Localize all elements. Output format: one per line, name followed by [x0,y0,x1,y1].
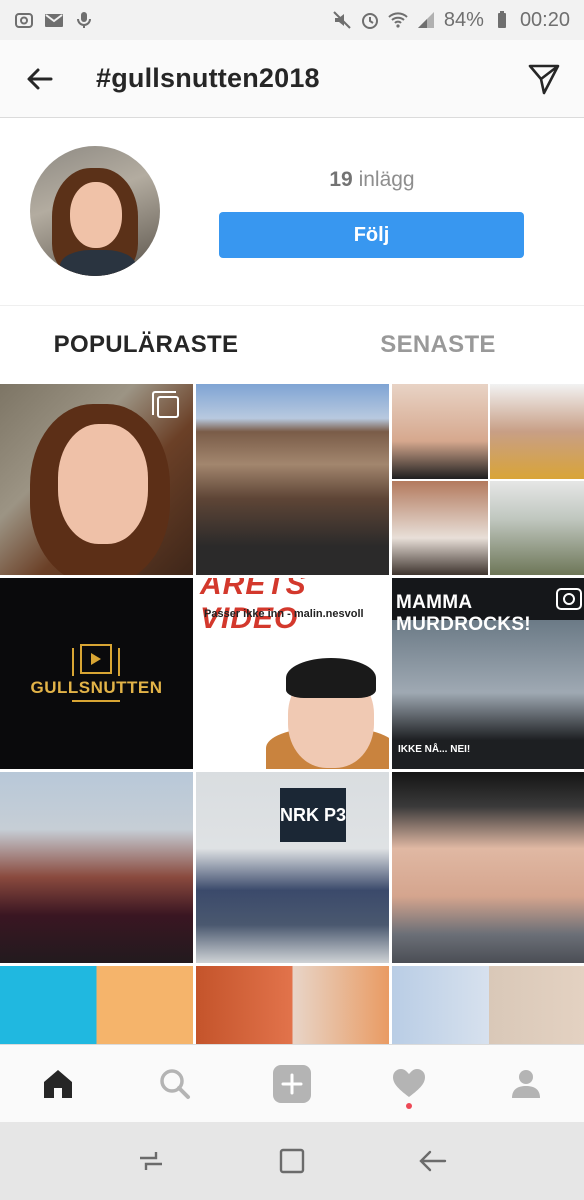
posts-count: 19 inlägg [220,168,524,192]
hashtag-header: #gullsnutten2018 [0,40,584,118]
gmail-icon [44,10,64,30]
play-icon [80,644,112,674]
grid-post[interactable] [392,966,584,1044]
post-caption: GULLSNUTTEN [0,676,193,700]
grid-post[interactable] [0,966,193,1044]
tab-popular[interactable]: POPULÄRASTE [0,306,292,384]
recent-apps-button[interactable] [131,1141,171,1181]
nav-profile[interactable] [467,1045,584,1122]
wifi-icon [388,10,408,30]
grid-post[interactable] [392,384,584,575]
instagram-notification-icon [14,10,34,30]
carousel-icon [152,391,179,418]
bottom-navigation [0,1044,584,1122]
feed-tabs: POPULÄRASTE SENASTE [0,306,584,384]
grid-post[interactable]: ÅRETS VIDEO Passer ikke inn - malin.nesv… [196,578,389,769]
post-subcaption: IKKE NÅ... NEI! [398,744,471,755]
activity-heart-icon [392,1068,425,1097]
grid-post[interactable]: MAMMA MURDROCKS! IKKE NÅ... NEI! [392,578,584,769]
back-nav-button[interactable] [413,1141,453,1181]
profile-icon [511,1069,540,1098]
clock: 00:20 [519,8,570,31]
battery-percent: 84% [443,8,484,31]
igtv-icon [556,588,582,610]
tab-recent[interactable]: SENASTE [292,306,584,384]
hashtag-profile: 19 inlägg Följ [0,118,584,306]
back-button[interactable] [20,59,60,99]
back-icon [419,1150,447,1172]
home-icon [44,1069,73,1098]
microphone-icon [74,10,94,30]
search-icon [160,1068,191,1099]
home-square-icon [279,1148,305,1174]
signal-icon [416,10,436,30]
direct-message-button[interactable] [524,59,564,99]
posts-count-number: 19 [329,168,353,191]
grid-post[interactable] [0,772,193,963]
post-caption: ÅRETS VIDEO [200,578,307,635]
grid-post[interactable]: GULLSNUTTEN [0,578,193,769]
recent-apps-icon [139,1152,162,1170]
nav-add[interactable] [234,1045,351,1122]
grid-post[interactable]: NRK P3 [196,772,389,963]
grid-post[interactable] [196,966,389,1044]
posts-count-label: inlägg [358,168,415,191]
follow-button[interactable]: Följ [219,212,524,258]
back-arrow-icon [27,68,53,89]
home-square-button[interactable] [272,1141,312,1181]
battery-icon [492,10,512,30]
system-navigation [0,1122,584,1200]
post-grid: GULLSNUTTEN ÅRETS VIDEO Passer ikke inn … [0,384,584,1044]
nav-activity[interactable] [350,1045,467,1122]
notification-dot [405,1103,412,1109]
hashtag-avatar [30,146,160,276]
nav-home[interactable] [0,1045,117,1122]
mute-icon [332,10,352,30]
alarm-icon [360,10,380,30]
page-title: #gullsnutten2018 [96,63,320,93]
grid-post[interactable] [196,384,389,575]
direct-message-icon [528,64,560,94]
post-subcaption: Passer ikke inn - malin.nesvoll [204,608,364,620]
grid-post[interactable] [392,772,584,963]
nrk-badge: NRK P3 [280,788,346,842]
add-icon [272,1064,311,1103]
grid-post[interactable] [0,384,193,575]
nav-search[interactable] [117,1045,234,1122]
status-bar: 84% 00:20 [0,0,584,40]
